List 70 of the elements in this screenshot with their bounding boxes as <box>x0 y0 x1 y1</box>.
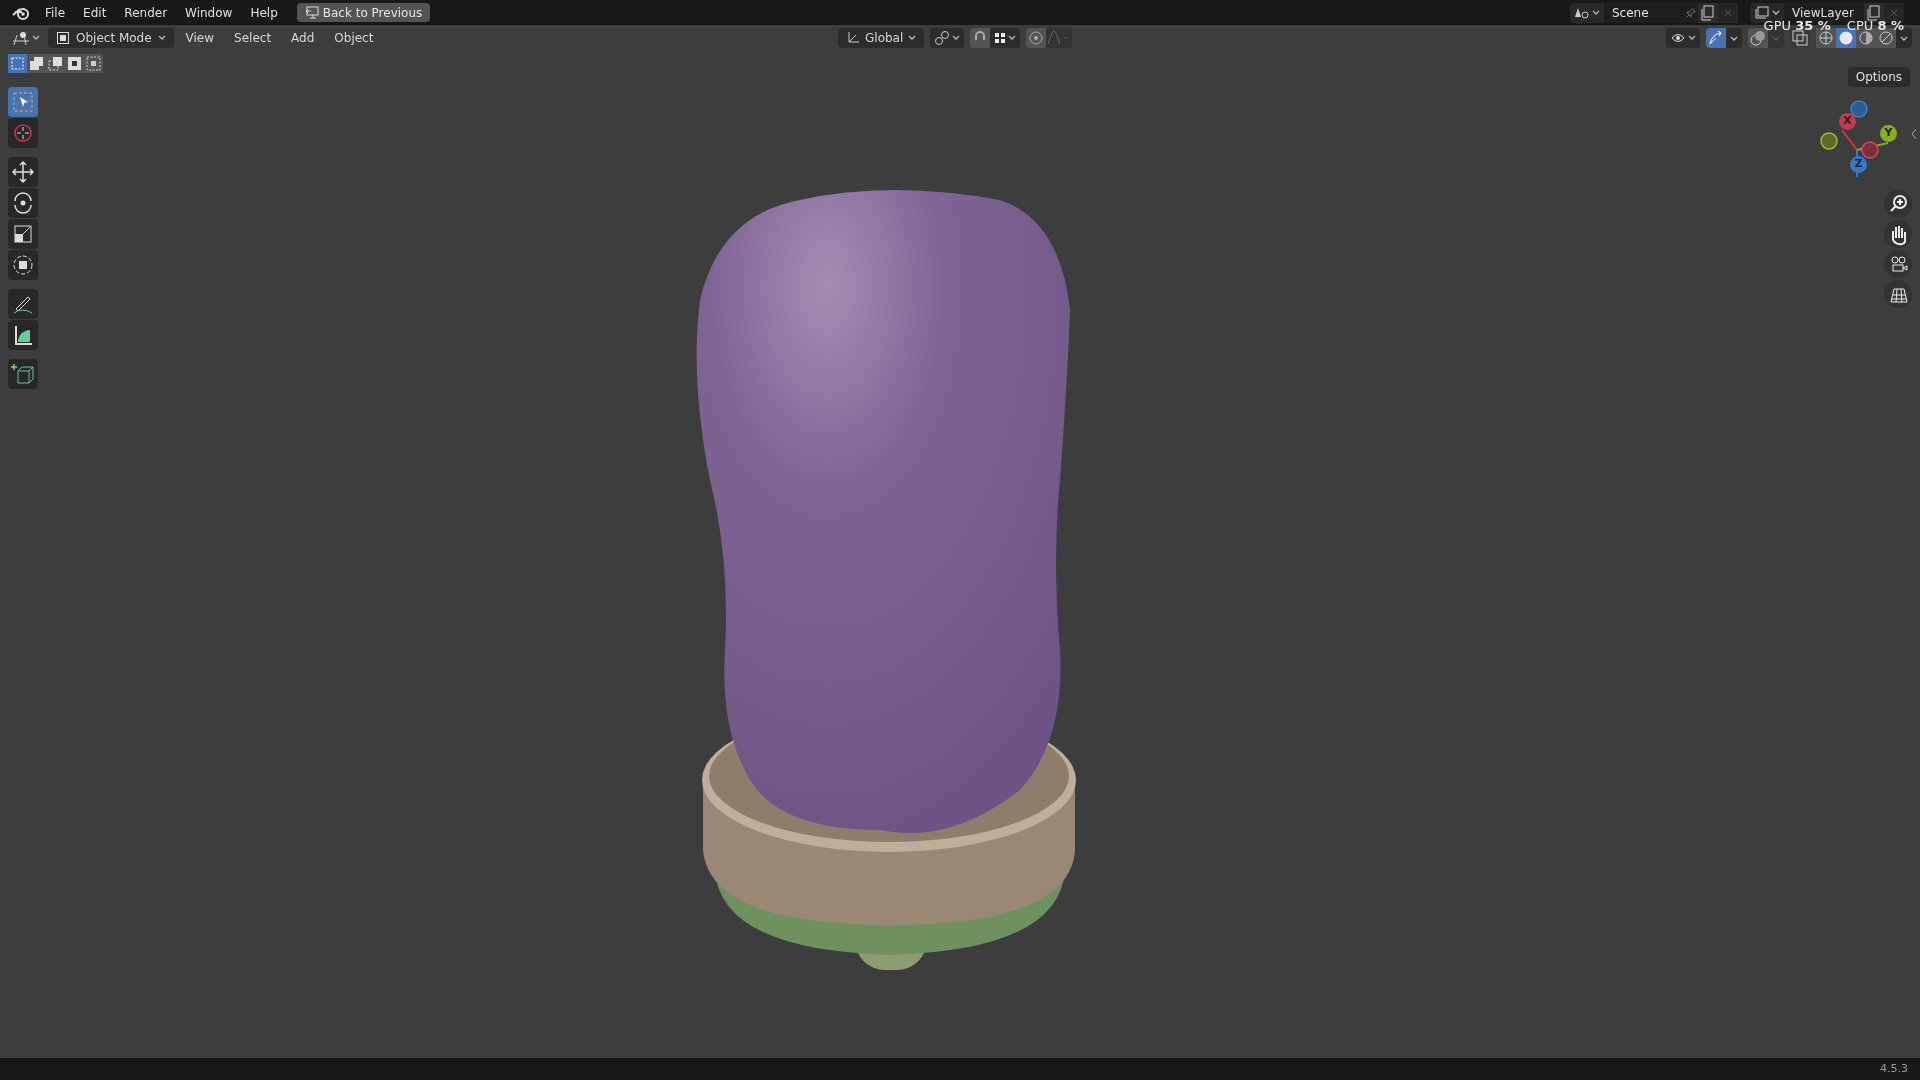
visibility-dropdown[interactable] <box>1666 28 1700 48</box>
select-tool-icon[interactable] <box>8 87 38 117</box>
menu-item[interactable]: Select <box>226 28 280 48</box>
snap-target-dropdown[interactable] <box>990 28 1021 48</box>
menu-item[interactable]: Add <box>283 28 323 48</box>
xray-icon[interactable] <box>1790 28 1810 48</box>
overlays-icon[interactable] <box>1748 28 1768 48</box>
caret-icon[interactable] <box>1768 28 1784 48</box>
move-tool-icon[interactable] <box>8 157 38 187</box>
layers-icon <box>1754 5 1770 20</box>
mode-dropdown[interactable]: Object Mode <box>48 28 174 48</box>
solid-shading-icon[interactable] <box>1836 28 1856 48</box>
caret-icon <box>952 35 961 41</box>
zoom-icon[interactable] <box>1884 190 1912 218</box>
options-dropdown[interactable]: Options <box>1847 67 1910 87</box>
axis-label[interactable]: Y <box>1880 125 1897 142</box>
gizmo-toggle-icon[interactable] <box>1706 28 1726 48</box>
object-mode-icon <box>56 31 70 45</box>
eye-icon <box>1670 31 1686 45</box>
link-icon <box>934 30 951 46</box>
menu-item[interactable]: Help <box>243 2 285 23</box>
menu-item[interactable]: Object <box>326 28 382 48</box>
view-layer-type-button[interactable] <box>1750 2 1784 23</box>
pin-icon[interactable] <box>1684 2 1698 23</box>
version-text: 4.5.3 <box>1880 1060 1908 1077</box>
select-intersect-icon[interactable] <box>84 54 103 73</box>
caret-icon <box>32 35 40 41</box>
pivot-dropdown[interactable] <box>930 28 965 48</box>
scale-tool-icon[interactable] <box>8 219 38 249</box>
menu-item[interactable]: View <box>177 28 223 48</box>
annotate-tool-icon[interactable] <box>8 289 38 319</box>
orientation-dropdown[interactable]: Global <box>838 28 925 48</box>
caret-icon <box>1772 9 1780 16</box>
add-tool-icon[interactable] <box>8 359 38 389</box>
close-icon[interactable] <box>1884 2 1904 23</box>
app-logo-icon[interactable] <box>12 5 30 20</box>
viewport-icon <box>12 30 30 46</box>
scene-field[interactable]: Scene <box>1604 2 1684 23</box>
cursor-tool-icon[interactable] <box>8 118 38 148</box>
caret-icon <box>1592 9 1600 16</box>
caret-icon <box>908 35 917 41</box>
axes-icon <box>846 31 860 45</box>
material-shading-icon[interactable] <box>1856 28 1876 48</box>
caret-icon <box>157 35 166 41</box>
grid-dots-icon <box>994 32 1007 44</box>
measure-tool-icon[interactable] <box>8 320 38 350</box>
menu-item[interactable]: Window <box>178 2 240 23</box>
back-to-previous-button[interactable]: Back to Previous <box>296 3 431 22</box>
monitor-icon <box>304 6 319 19</box>
caret-icon <box>1688 35 1696 41</box>
camera-icon[interactable] <box>1884 250 1912 278</box>
magnet-icon[interactable] <box>970 28 991 48</box>
select-extend-icon[interactable] <box>27 54 46 73</box>
transform-tool-icon[interactable] <box>8 250 38 280</box>
rendered-shading-icon[interactable] <box>1876 28 1896 48</box>
grid-icon[interactable] <box>1884 280 1912 308</box>
select-invert-icon[interactable] <box>65 54 84 73</box>
wire-shading-icon[interactable] <box>1816 28 1836 48</box>
scene-type-button[interactable] <box>1570 2 1604 23</box>
select-subtract-icon[interactable] <box>46 54 65 73</box>
menu-item[interactable]: Edit <box>76 2 114 23</box>
rotate-tool-icon[interactable] <box>8 188 38 218</box>
caret-icon[interactable] <box>1896 28 1912 48</box>
proportional-edit-icon[interactable] <box>1026 28 1047 48</box>
caret-icon <box>1008 35 1017 41</box>
duplicate-icon[interactable] <box>1864 2 1884 23</box>
hand-icon[interactable] <box>1884 220 1912 248</box>
axis-label[interactable]: Z <box>1850 156 1867 173</box>
menu-item[interactable]: File <box>38 2 73 23</box>
menu-item[interactable]: Render <box>117 2 175 23</box>
